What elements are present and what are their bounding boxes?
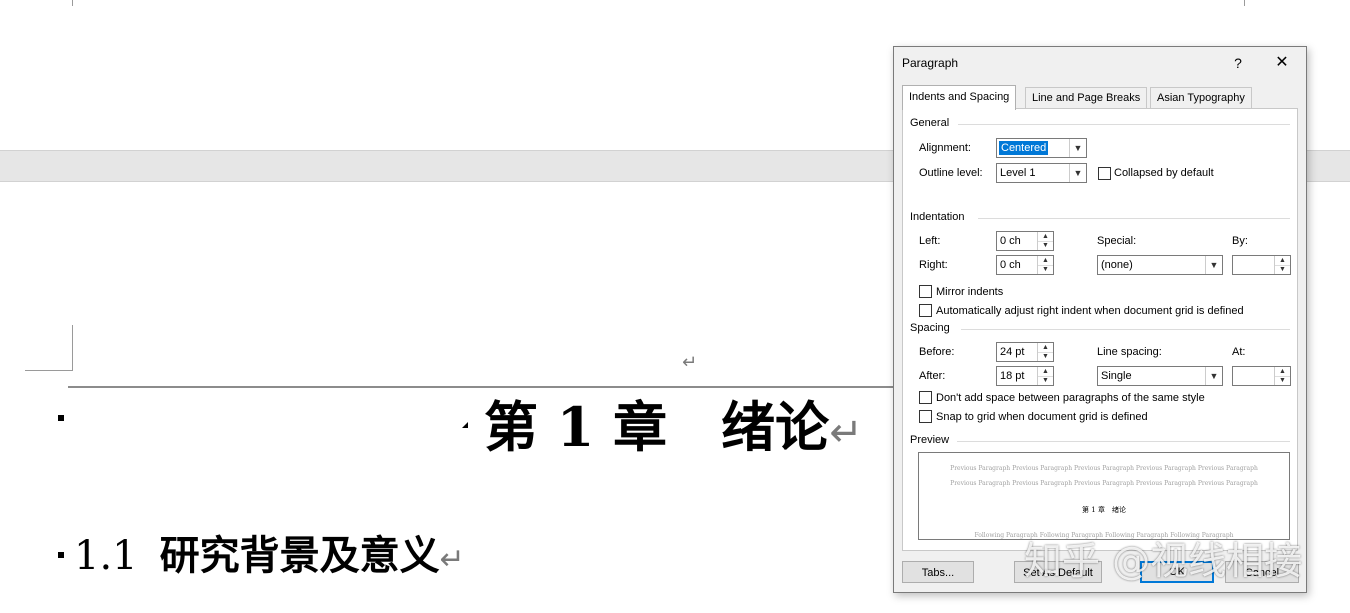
chevron-down-icon[interactable]: ▼ [1205,256,1222,274]
tabs-button[interactable]: Tabs... [902,561,974,583]
preview-separator [957,441,1290,442]
dont-add-space-label: Don't add space between paragraphs of th… [936,392,1205,404]
at-label: At: [1232,346,1246,358]
spinner-buttons: ▲ ▼ [1037,367,1053,385]
chapter-heading[interactable]: 第 1 章 绪论↵ [484,392,863,468]
crop-mark-horizontal [25,370,73,371]
chevron-down-icon[interactable]: ▼ [1069,164,1086,182]
after-label: After: [919,370,946,382]
right-indent-label: Right: [919,259,948,271]
outline-level-select[interactable]: Level 1 ▼ [996,163,1087,183]
crop-mark-top-left [72,0,73,6]
indentation-section-label: Indentation [910,211,965,223]
dont-add-space-checkbox[interactable] [919,391,932,404]
left-indent-label: Left: [919,235,941,247]
chapter-heading-text: 第 1 章 绪论 [484,395,830,459]
chevron-down-icon[interactable]: ▼ [1069,139,1086,157]
auto-adjust-label: Automatically adjust right indent when d… [936,305,1244,317]
outline-level-value: Level 1 [1000,167,1036,179]
spacing-section-label: Spacing [910,322,950,334]
spinner-buttons: ▲ ▼ [1274,256,1290,274]
preview-box: Previous Paragraph Previous Paragraph Pr… [918,452,1290,540]
alignment-label: Alignment: [919,142,971,154]
after-value: 18 pt [1000,370,1025,382]
section-number: 1.1 [74,533,138,579]
indentation-separator [978,218,1290,219]
section-heading[interactable]: 1.1 研究背景及意义↵ [74,528,465,588]
tab-line-breaks-label: Line and Page Breaks [1032,92,1141,104]
spin-down-icon[interactable]: ▼ [1038,265,1053,274]
line-spacing-value: Single [1101,370,1132,382]
close-icon[interactable]: ✕ [1270,53,1294,73]
spin-down-icon[interactable]: ▼ [1275,376,1290,385]
general-separator [958,124,1290,125]
tab-asian-typography[interactable]: Asian Typography [1150,87,1252,108]
section-paragraph-mark: ↵ [439,542,465,577]
crop-mark-vertical [72,325,73,371]
after-spinner[interactable]: 18 pt ▲ ▼ [996,366,1054,386]
before-value: 24 pt [1000,346,1025,358]
help-button[interactable]: ? [1228,53,1248,73]
left-indent-value: 0 ch [1000,235,1021,247]
special-select[interactable]: (none) ▼ [1097,255,1223,275]
spinner-buttons: ▲ ▼ [1037,232,1053,250]
right-indent-value: 0 ch [1000,259,1021,271]
mirror-indents-checkbox[interactable] [919,285,932,298]
alignment-select[interactable]: Centered ▼ [996,138,1087,158]
snap-to-grid-label: Snap to grid when document grid is defin… [936,411,1148,423]
by-spinner[interactable]: ▲ ▼ [1232,255,1291,275]
spacing-separator [961,329,1290,330]
right-indent-spinner[interactable]: 0 ch ▲ ▼ [996,255,1054,275]
preview-current-paragraph: 第 1 章 绪论 [1082,506,1126,514]
at-spinner[interactable]: ▲ ▼ [1232,366,1291,386]
spin-down-icon[interactable]: ▼ [1275,265,1290,274]
tab-indents-and-spacing[interactable]: Indents and Spacing [902,85,1017,110]
special-value: (none) [1101,259,1133,271]
empty-paragraph-mark: ↵ [682,352,698,373]
line-spacing-label: Line spacing: [1097,346,1162,358]
alignment-value: Centered [999,141,1049,155]
tab-asian-label: Asian Typography [1157,92,1245,104]
watermark: 知乎 @视线相接 [1024,539,1303,583]
heading1-bullet [58,415,64,421]
spinner-buttons: ▲ ▼ [1037,343,1053,361]
tab-indents-label: Indents and Spacing [909,91,1010,103]
spin-down-icon[interactable]: ▼ [1038,241,1053,250]
before-spinner[interactable]: 24 pt ▲ ▼ [996,342,1054,362]
snap-to-grid-checkbox[interactable] [919,410,932,423]
dialog-title: Paragraph [902,56,959,70]
spin-down-icon[interactable]: ▼ [1038,376,1053,385]
section-title: 研究背景及意义 [159,532,440,579]
collapsed-checkbox[interactable] [1098,167,1111,180]
auto-adjust-checkbox[interactable] [919,304,932,317]
chevron-down-icon[interactable]: ▼ [1205,367,1222,385]
collapsed-label: Collapsed by default [1114,167,1214,179]
outline-level-label: Outline level: [919,167,983,179]
anchor-mark [462,422,468,428]
by-label: By: [1232,235,1248,247]
preview-previous-line-2: Previous Paragraph Previous Paragraph Pr… [950,480,1258,487]
general-section-label: General [910,117,950,129]
line-spacing-select[interactable]: Single ▼ [1097,366,1223,386]
special-label: Special: [1097,235,1137,247]
mirror-indents-label: Mirror indents [936,286,1004,298]
preview-section-label: Preview [910,434,950,446]
left-indent-spinner[interactable]: 0 ch ▲ ▼ [996,231,1054,251]
paragraph-dialog: Paragraph ? ✕ Indents and Spacing Line a… [893,46,1307,593]
chapter-paragraph-mark: ↵ [829,410,863,456]
crop-mark-top-right [1244,0,1245,6]
spinner-buttons: ▲ ▼ [1274,367,1290,385]
heading2-bullet [58,552,64,558]
preview-previous-line-1: Previous Paragraph Previous Paragraph Pr… [950,465,1258,472]
tab-line-and-page-breaks[interactable]: Line and Page Breaks [1025,87,1148,108]
spin-down-icon[interactable]: ▼ [1038,352,1053,361]
heading-rule [68,386,894,388]
spinner-buttons: ▲ ▼ [1037,256,1053,274]
before-label: Before: [919,346,955,358]
